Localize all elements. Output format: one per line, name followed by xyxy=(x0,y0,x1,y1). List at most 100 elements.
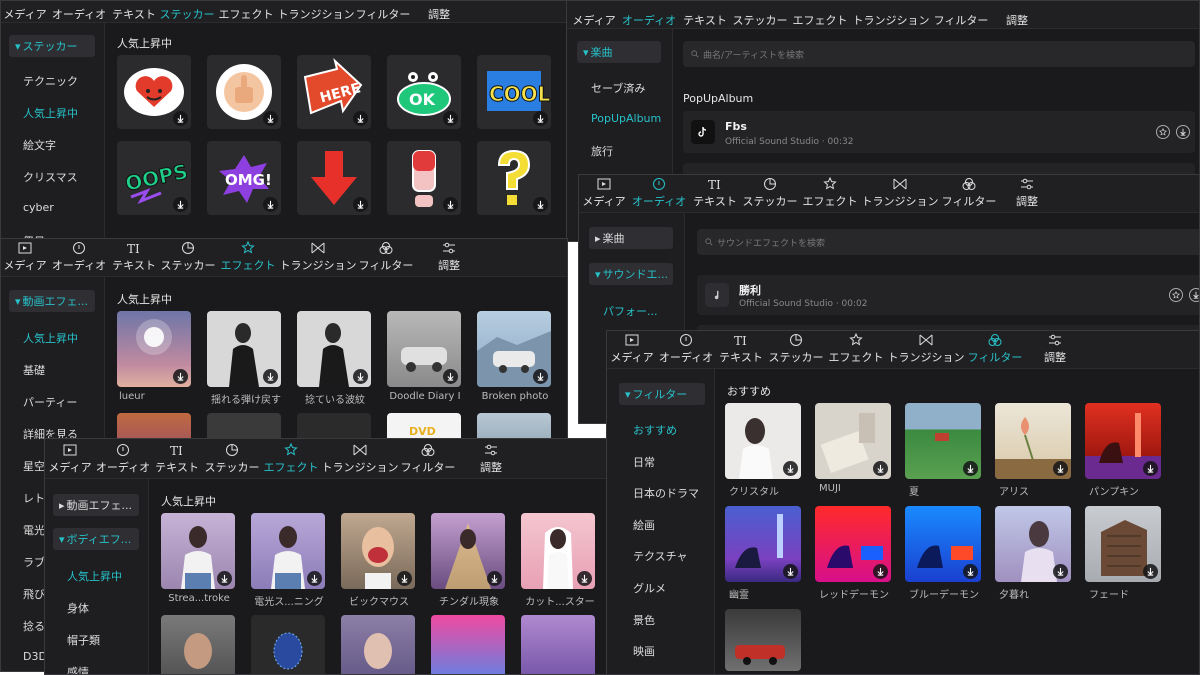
sidebar-item[interactable]: おすすめ xyxy=(633,422,677,438)
sticker-tile[interactable] xyxy=(477,141,551,215)
download-icon[interactable] xyxy=(173,369,188,384)
sidebar-item[interactable]: 景色 xyxy=(633,612,655,628)
download-icon[interactable] xyxy=(783,564,798,579)
tab-media[interactable]: メディア xyxy=(579,175,629,209)
filter-tile[interactable] xyxy=(905,506,981,582)
tab-effect[interactable]: エフェクト xyxy=(789,1,851,28)
track-row[interactable]: 勝利 Official Sound Studio · 00:02 xyxy=(697,275,1199,315)
tab-audio[interactable]: オーディオ xyxy=(629,175,689,209)
download-icon[interactable] xyxy=(443,369,458,384)
search-input[interactable]: 曲名/アーティストを検索 xyxy=(683,41,1195,67)
sidebar-item[interactable]: 人気上昇中 xyxy=(23,105,78,121)
sidebar-category-sticker[interactable]: ▾ ステッカー xyxy=(9,35,95,57)
tab-filter[interactable]: フィルター xyxy=(355,1,411,22)
effect-tile[interactable] xyxy=(431,615,505,674)
sidebar-item[interactable]: 人気上昇中 xyxy=(67,568,122,584)
tab-filter[interactable]: フィルター xyxy=(965,331,1025,365)
download-icon[interactable] xyxy=(263,111,278,126)
tab-audio[interactable]: オーディオ xyxy=(49,239,109,273)
sticker-tile[interactable]: OK xyxy=(387,55,461,129)
sidebar-item[interactable]: 身体 xyxy=(67,600,89,616)
tab-effect[interactable]: エフェクト xyxy=(261,439,321,475)
tab-adjust[interactable]: 調整 xyxy=(1007,175,1047,209)
tab-text[interactable]: テキスト xyxy=(109,1,159,22)
download-icon[interactable] xyxy=(353,111,368,126)
download-icon[interactable] xyxy=(963,564,978,579)
tab-audio[interactable]: オーディオ xyxy=(49,1,109,22)
download-icon[interactable] xyxy=(1143,461,1158,476)
sidebar-category-sound-effect[interactable]: ▾ サウンドエ... xyxy=(589,263,673,285)
sidebar-category-video-effect[interactable]: ▸ 動画エフェ... xyxy=(53,494,139,516)
sticker-tile[interactable]: OOPS xyxy=(117,141,191,215)
sidebar-item[interactable]: 感情 xyxy=(67,664,89,674)
sidebar-item[interactable]: 帽子類 xyxy=(67,632,100,648)
search-input[interactable]: サウンドエフェクトを検索 xyxy=(697,229,1199,255)
effect-tile[interactable] xyxy=(161,513,235,589)
filter-tile[interactable] xyxy=(995,403,1071,479)
tab-text[interactable]: TI テキスト xyxy=(109,239,159,273)
effect-tile[interactable] xyxy=(251,615,325,674)
tab-adjust[interactable]: 調整 xyxy=(429,239,469,273)
download-icon[interactable] xyxy=(173,111,188,126)
download-icon[interactable] xyxy=(443,197,458,212)
tab-media[interactable]: メディア xyxy=(607,331,657,365)
tab-text[interactable]: TI テキスト xyxy=(689,175,741,209)
download-icon[interactable] xyxy=(263,369,278,384)
tab-audio[interactable]: オーディオ xyxy=(657,331,715,365)
download-icon[interactable] xyxy=(487,571,502,586)
download-icon[interactable] xyxy=(307,571,322,586)
filter-tile[interactable] xyxy=(1085,506,1161,582)
tab-sticker[interactable]: ステッカー xyxy=(767,331,825,365)
filter-tile[interactable] xyxy=(725,403,801,479)
download-icon[interactable] xyxy=(963,461,978,476)
download-icon[interactable] xyxy=(533,111,548,126)
effect-tile[interactable] xyxy=(161,615,235,674)
tab-transition[interactable]: トランジション xyxy=(861,175,939,209)
filter-tile[interactable] xyxy=(815,403,891,479)
tab-filter[interactable]: フィルター xyxy=(357,239,415,273)
download-icon[interactable] xyxy=(1053,461,1068,476)
effect-tile[interactable] xyxy=(251,513,325,589)
download-icon[interactable] xyxy=(1176,125,1190,139)
tab-audio[interactable]: オーディオ xyxy=(95,439,151,475)
download-icon[interactable] xyxy=(533,369,548,384)
download-icon[interactable] xyxy=(533,197,548,212)
tab-filter[interactable]: フィルター xyxy=(939,175,999,209)
track-row[interactable]: Fbs Official Sound Studio · 00:32 xyxy=(683,111,1195,153)
tab-effect[interactable]: エフェクト xyxy=(215,1,277,22)
sidebar-item[interactable]: セーブ済み xyxy=(591,80,645,96)
tab-sticker[interactable]: ステッカー xyxy=(159,239,217,273)
sidebar-item[interactable]: ラブ xyxy=(23,554,45,570)
sticker-tile[interactable]: HERE xyxy=(297,55,371,129)
tab-media[interactable]: メディア xyxy=(1,1,49,22)
sidebar-category-body-effect[interactable]: ▾ ボディエフ... xyxy=(53,528,139,550)
sidebar-item[interactable]: パーティー xyxy=(23,394,77,410)
effect-tile[interactable] xyxy=(341,615,415,674)
sidebar-item[interactable]: PopUpAlbum xyxy=(591,112,661,125)
favorite-icon[interactable] xyxy=(1156,125,1170,139)
sidebar-item[interactable]: 映画 xyxy=(633,643,655,659)
sidebar-item[interactable]: グルメ xyxy=(633,580,666,596)
tab-text[interactable]: TI テキスト xyxy=(715,331,767,365)
download-icon[interactable] xyxy=(397,571,412,586)
download-icon[interactable] xyxy=(873,461,888,476)
effect-tile[interactable] xyxy=(431,513,505,589)
effect-tile[interactable] xyxy=(207,311,281,387)
download-icon[interactable] xyxy=(1189,288,1199,302)
filter-tile[interactable] xyxy=(725,506,801,582)
tab-effect[interactable]: エフェクト xyxy=(799,175,861,209)
effect-tile[interactable] xyxy=(521,615,595,674)
effect-tile[interactable] xyxy=(297,311,371,387)
sidebar-item[interactable]: パフォー... xyxy=(603,303,658,319)
filter-tile[interactable] xyxy=(815,506,891,582)
sidebar-item[interactable]: クリスマス xyxy=(23,169,78,185)
download-icon[interactable] xyxy=(217,571,232,586)
sidebar-category-video-effect[interactable]: ▾ 動画エフェ... xyxy=(9,290,95,312)
tab-text[interactable]: テキスト xyxy=(679,1,731,28)
tab-sticker[interactable]: ステッカー xyxy=(741,175,799,209)
tab-filter[interactable]: フィルター xyxy=(399,439,457,475)
effect-tile[interactable] xyxy=(387,311,461,387)
sidebar-item[interactable]: テクニック xyxy=(23,73,78,89)
sidebar-item[interactable]: 基礎 xyxy=(23,362,45,378)
filter-tile[interactable] xyxy=(905,403,981,479)
